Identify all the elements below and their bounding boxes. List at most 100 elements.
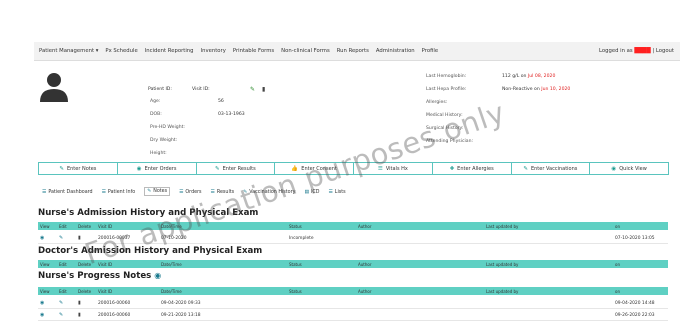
view-icon[interactable]: ◉	[40, 300, 44, 306]
nav-item-2[interactable]: Incident Reporting	[145, 48, 194, 54]
col-delete-header: Delete	[78, 224, 92, 229]
height-label: Height:	[150, 151, 167, 156]
action-button-7[interactable]: ◉ Quick View	[589, 162, 669, 175]
icd-icon: ▤	[304, 190, 309, 195]
col-author-header: Author	[358, 224, 372, 229]
dob-label: DOB:	[150, 112, 162, 117]
col-status-header: Status	[289, 262, 302, 267]
orders-icon: ◉	[136, 165, 142, 172]
nav-item-8[interactable]: Profile	[422, 48, 438, 54]
doctor-admission-title: Doctor's Admission History and Physical …	[38, 246, 263, 256]
col-on-header: on	[615, 224, 620, 229]
cell-visit-id: 200016-00060	[98, 313, 131, 318]
medical-history-label: Medical History:	[426, 113, 463, 118]
tab-1[interactable]: ☰ Patient Info	[102, 189, 136, 196]
surgical-history-label: Surgical History:	[426, 126, 464, 131]
delete-icon[interactable]: ▮	[78, 300, 81, 306]
tab-0[interactable]: ☰ Patient Dashboard	[42, 189, 93, 196]
action-button-label: Enter Results	[222, 165, 256, 172]
dashboard-icon: ☰	[42, 190, 47, 195]
nav-item-6[interactable]: Run Reports	[337, 48, 369, 54]
cell-datetime: 09-21-2020 13:18	[161, 313, 201, 318]
cell-visit-id: 200016-00037	[98, 236, 131, 241]
delete-icon[interactable]: ▮	[78, 235, 81, 241]
logout-link[interactable]: Logout	[656, 48, 674, 54]
logged-in-label: Logged in as	[599, 48, 633, 54]
age-value: 56	[218, 99, 224, 104]
view-icon[interactable]: ◉	[40, 312, 44, 318]
action-button-label: Quick View	[619, 165, 647, 172]
table-row: ◉ ✎ ▮ 200016-00060 09-21-2020 13:18 09-26-202…	[38, 311, 668, 321]
nav-item-4[interactable]: Printable Forms	[233, 48, 274, 54]
tab-label: Lists	[334, 190, 346, 195]
last-hepa-date: Jun 10, 2020	[541, 87, 571, 92]
cell-status: Incomplete	[289, 236, 314, 241]
last-hemoglobin-date: Jul 08, 2020	[527, 74, 556, 79]
edit-icon[interactable]: ✎	[59, 312, 63, 318]
vaccination-icon: ✎	[523, 165, 528, 172]
edit-patient-icon[interactable]: ✎	[250, 86, 255, 93]
action-button-label: Enter Vaccinations	[530, 165, 578, 172]
tab-4[interactable]: ☰ Results	[211, 189, 235, 196]
tab-6[interactable]: ▤ ICD	[304, 189, 319, 196]
col-datetime-header: Date/Time	[161, 262, 182, 267]
results-icon: ✎	[215, 165, 220, 172]
table-row: ◉ ✎ ▮ 200016-00060 09-04-2020 09:33 09-04-202…	[38, 299, 668, 309]
attending-physician-label: Attending Physician:	[426, 139, 474, 144]
col-last-updated-header: Last updated by	[486, 289, 519, 294]
progress-notes-table-header: View Edit Delete Visit ID Date/Time Status Aut…	[38, 287, 668, 295]
nav-item-1[interactable]: Px Schedule	[105, 48, 137, 54]
action-button-3[interactable]: 👍 Enter Consent	[274, 162, 354, 175]
nav-item-7[interactable]: Administration	[376, 48, 415, 54]
results-icon: ☰	[210, 190, 215, 195]
action-button-2[interactable]: ✎ Enter Results	[195, 162, 276, 175]
col-visit-id-header: Visit ID	[98, 262, 113, 267]
tab-7[interactable]: ☰ Lists	[328, 189, 345, 196]
watermark-text: For application purposes only	[80, 95, 510, 272]
action-button-label: Enter Allergies	[457, 165, 494, 172]
col-last-updated-header: Last updated by	[486, 262, 519, 267]
action-button-4[interactable]: ☰ Vitals Hx	[353, 162, 433, 175]
cell-datetime: 09-04-2020 09:33	[161, 301, 201, 306]
tab-2[interactable]: ✎ Notes	[144, 187, 171, 196]
col-delete-header: Delete	[78, 262, 92, 267]
vitals-icon: ☰	[377, 165, 383, 172]
user-icon: ☰	[101, 190, 106, 195]
col-datetime-header: Date/Time	[161, 289, 182, 294]
nav-item-5[interactable]: Non-clinical Forms	[281, 48, 330, 54]
col-edit-header: Edit	[59, 289, 67, 294]
nurse-admission-title: Nurse's Admission History and Physical E…	[38, 208, 259, 218]
orders-icon: ☰	[179, 190, 184, 195]
view-icon[interactable]: ◉	[40, 235, 44, 241]
edit-icon: ✎	[59, 165, 64, 172]
action-button-5[interactable]: ✚ Enter Allergies	[431, 162, 512, 175]
col-on-header: on	[615, 262, 620, 267]
delete-patient-icon[interactable]: ▮	[262, 86, 265, 93]
tab-label: Patient Dashboard	[48, 190, 93, 195]
tab-3[interactable]: ☰ Orders	[179, 189, 201, 196]
col-edit-header: Edit	[59, 224, 67, 229]
dry-weight-label: Dry Weight:	[150, 138, 178, 143]
nurse-progress-title: Nurse's Progress Notes ◉	[38, 271, 162, 281]
tab-5[interactable]: ✎ Vaccination History	[243, 189, 295, 196]
cell-on: 09-26-2020 22:03	[615, 313, 655, 318]
edit-icon[interactable]: ✎	[59, 235, 63, 241]
action-button-row: ✎ Enter Notes ◉ Enter Orders ✎ Enter Results 👍…	[38, 162, 669, 175]
nav-item-3[interactable]: Inventory	[201, 48, 226, 54]
col-on-header: on	[615, 289, 620, 294]
allergies-label: Allergies:	[426, 100, 448, 105]
eye-icon: ◉	[611, 165, 617, 172]
nav-item-0[interactable]: Patient Management ▾	[39, 48, 98, 54]
action-button-0[interactable]: ✎ Enter Notes	[38, 162, 118, 175]
action-button-6[interactable]: ✎ Enter Vaccinations	[510, 162, 591, 175]
col-status-header: Status	[289, 289, 302, 294]
eye-icon[interactable]: ◉	[154, 271, 161, 280]
cell-on: 07-10-2020 13:05	[615, 236, 655, 241]
last-hemoglobin-value: 112 g/L on Jul 08, 2020	[502, 74, 556, 79]
tab-label: Orders	[185, 190, 202, 195]
last-hemoglobin-label: Last Hemoglobin:	[426, 74, 467, 79]
consent-icon: 👍	[291, 165, 299, 172]
delete-icon[interactable]: ▮	[78, 312, 81, 318]
action-button-1[interactable]: ◉ Enter Orders	[116, 162, 197, 175]
edit-icon[interactable]: ✎	[59, 300, 63, 306]
